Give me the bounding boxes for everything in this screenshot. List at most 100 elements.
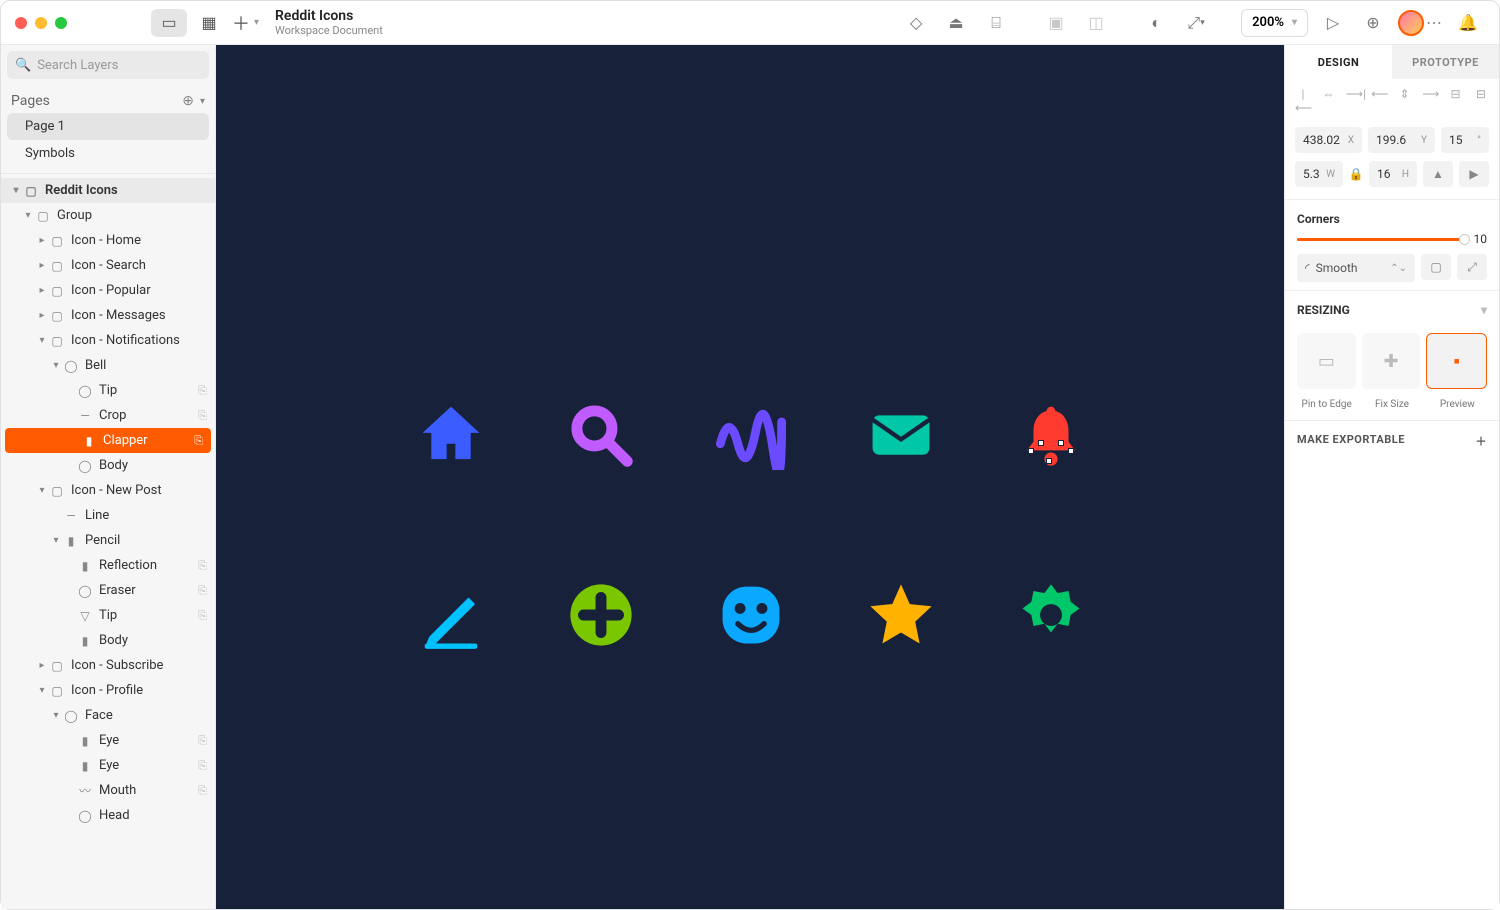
comment-button[interactable]: ⊕	[1358, 8, 1388, 38]
layer-row[interactable]: ▽Tip⎘	[1, 603, 215, 628]
flip-h-icon[interactable]: ▲	[1423, 161, 1453, 187]
x-field[interactable]: 438.02X	[1295, 127, 1362, 153]
layer-row[interactable]: ▸▢Icon - Search	[1, 253, 215, 278]
zoom-select[interactable]: 200% ▾	[1241, 9, 1308, 37]
resize-preview-button[interactable]: ▪	[1426, 333, 1487, 389]
tab-prototype[interactable]: PROTOTYPE	[1392, 45, 1499, 79]
share-more-icon[interactable]: ⋯	[1426, 13, 1443, 32]
pages-label: Pages	[11, 93, 182, 109]
traffic-lights	[1, 17, 81, 29]
search-icon: 🔍	[15, 58, 31, 73]
chevron-updown-icon: ⌃⌄	[1390, 263, 1407, 274]
messages-icon[interactable]	[866, 400, 936, 470]
layer-row[interactable]: ▸▢Icon - Subscribe	[1, 653, 215, 678]
align-top-icon[interactable]: ⟵	[1371, 87, 1387, 115]
add-page-icon[interactable]: ⊕	[182, 93, 194, 109]
layer-row[interactable]: ▾▢Icon - Notifications	[1, 328, 215, 353]
chevron-down-icon[interactable]: ▾	[1481, 303, 1487, 317]
tool-transform-icon[interactable]: ◫	[1081, 8, 1111, 38]
layer-row[interactable]: ▾▢Icon - New Post	[1, 478, 215, 503]
layer-row[interactable]: —Crop⎘	[1, 403, 215, 428]
layer-row[interactable]: —Line	[1, 503, 215, 528]
align-middle-icon[interactable]: ⇕	[1397, 87, 1413, 115]
tab-design[interactable]: DESIGN	[1285, 45, 1392, 79]
icon-grid	[376, 345, 1126, 705]
corner-per-side-icon[interactable]: ▢	[1421, 254, 1451, 280]
add-icon[interactable]	[566, 580, 636, 650]
layer-row[interactable]: ▾▢Group	[1, 203, 215, 228]
corners-slider[interactable]: 10	[1285, 232, 1499, 246]
layer-row[interactable]: ◯Eraser⎘	[1, 578, 215, 603]
align-bottom-icon[interactable]: ⟶	[1422, 87, 1438, 115]
layer-row[interactable]: ◯Tip⎘	[1, 378, 215, 403]
layer-row[interactable]: ▮Eye⎘	[1, 753, 215, 778]
layer-row[interactable]: ◯Body	[1, 453, 215, 478]
canvas[interactable]	[216, 45, 1284, 909]
zoom-value: 200%	[1252, 15, 1284, 30]
corner-mode-select[interactable]: ◜Smooth ⌃⌄	[1297, 254, 1415, 282]
layer-row[interactable]: ▾▢Icon - Profile	[1, 678, 215, 703]
flip-v-icon[interactable]: ▶	[1459, 161, 1489, 187]
corner-expand-icon[interactable]: ⤢	[1457, 254, 1487, 280]
layer-row[interactable]: ▾◯Face	[1, 703, 215, 728]
align-center-h-icon[interactable]: ⇔	[1320, 87, 1336, 115]
page-row-symbols[interactable]: Symbols	[7, 140, 209, 167]
layer-row[interactable]: ▸▢Icon - Popular	[1, 278, 215, 303]
tool-scale-icon[interactable]: ⤢▾	[1181, 8, 1211, 38]
maximize-window-icon[interactable]	[55, 17, 67, 29]
align-left-icon[interactable]: |⟵	[1295, 87, 1311, 115]
tool-create-symbol-icon[interactable]: ⌸	[981, 8, 1011, 38]
close-window-icon[interactable]	[15, 17, 27, 29]
search-icon-large[interactable]	[566, 400, 636, 470]
layer-row[interactable]: ▮Body	[1, 628, 215, 653]
profile-icon[interactable]	[716, 580, 786, 650]
layer-row[interactable]: ▸▢Icon - Messages	[1, 303, 215, 328]
layer-row[interactable]: ▮Reflection⎘	[1, 553, 215, 578]
layer-search-input[interactable]: 🔍 Search Layers	[7, 51, 209, 79]
pin-to-edge-button[interactable]: ▭	[1297, 333, 1356, 389]
h-field[interactable]: 16H	[1369, 161, 1417, 187]
popular-icon[interactable]	[716, 400, 786, 470]
layer-row[interactable]: ▮Clapper⎘	[5, 428, 211, 453]
layer-row[interactable]: ▸▢Icon - Home	[1, 228, 215, 253]
inspector-panel: DESIGN PROTOTYPE |⟵ ⇔ ⟶| ⟵ ⇕ ⟶ ⊟ ⊟ 438.0…	[1284, 45, 1499, 909]
y-field[interactable]: 199.6Y	[1368, 127, 1435, 153]
layer-row[interactable]: ▮Eye⎘	[1, 728, 215, 753]
user-avatar[interactable]	[1398, 10, 1424, 36]
notifications-icon[interactable]	[1016, 400, 1086, 470]
w-field[interactable]: 5.3W	[1295, 161, 1343, 187]
canvas-view-button[interactable]: ▭	[151, 9, 187, 37]
layer-root[interactable]: ▾▢ Reddit Icons	[1, 178, 215, 203]
minimize-window-icon[interactable]	[35, 17, 47, 29]
distribute-h-icon[interactable]: ⊟	[1448, 87, 1464, 115]
subscribe-icon[interactable]	[866, 580, 936, 650]
inspector-tabs: DESIGN PROTOTYPE	[1285, 45, 1499, 79]
layer-tree: ▾▢ Reddit Icons ▾▢Group▸▢Icon - Home▸▢Ic…	[1, 173, 215, 909]
make-exportable-row[interactable]: MAKE EXPORTABLE＋	[1285, 420, 1499, 461]
pages-chevron-icon[interactable]: ▾	[200, 96, 205, 107]
layer-row[interactable]: ◯Head	[1, 803, 215, 828]
rotation-field[interactable]: 15°	[1441, 127, 1489, 153]
notifications-bell-icon[interactable]: 🔔	[1453, 8, 1483, 38]
distribute-v-icon[interactable]: ⊟	[1473, 87, 1489, 115]
tool-shape-icon[interactable]: ◇	[901, 8, 931, 38]
pages-header: Pages ⊕ ▾	[1, 85, 215, 113]
align-right-icon[interactable]: ⟶|	[1346, 87, 1362, 115]
tool-symbol-icon[interactable]: ⏏	[941, 8, 971, 38]
lock-aspect-icon[interactable]: 🔒	[1349, 161, 1363, 187]
layer-row[interactable]: 〰Mouth⎘	[1, 778, 215, 803]
new-post-icon[interactable]	[416, 580, 486, 650]
settings-icon[interactable]	[1016, 580, 1086, 650]
add-export-icon[interactable]: ＋	[1476, 433, 1488, 449]
chevron-down-icon: ▾	[1292, 17, 1297, 28]
preview-button[interactable]: ▷	[1318, 8, 1348, 38]
document-title: Reddit Icons	[275, 8, 383, 25]
fix-size-button[interactable]: ✚	[1362, 333, 1421, 389]
layer-row[interactable]: ▾◯Bell	[1, 353, 215, 378]
home-icon[interactable]	[416, 400, 486, 470]
tool-edit-icon[interactable]: ▣	[1041, 8, 1071, 38]
tool-rotate-icon[interactable]: ◐	[1141, 8, 1171, 38]
page-row-1[interactable]: Page 1	[7, 113, 209, 140]
layer-row[interactable]: ▾▮Pencil	[1, 528, 215, 553]
insert-button[interactable]: ＋▾	[232, 10, 259, 36]
